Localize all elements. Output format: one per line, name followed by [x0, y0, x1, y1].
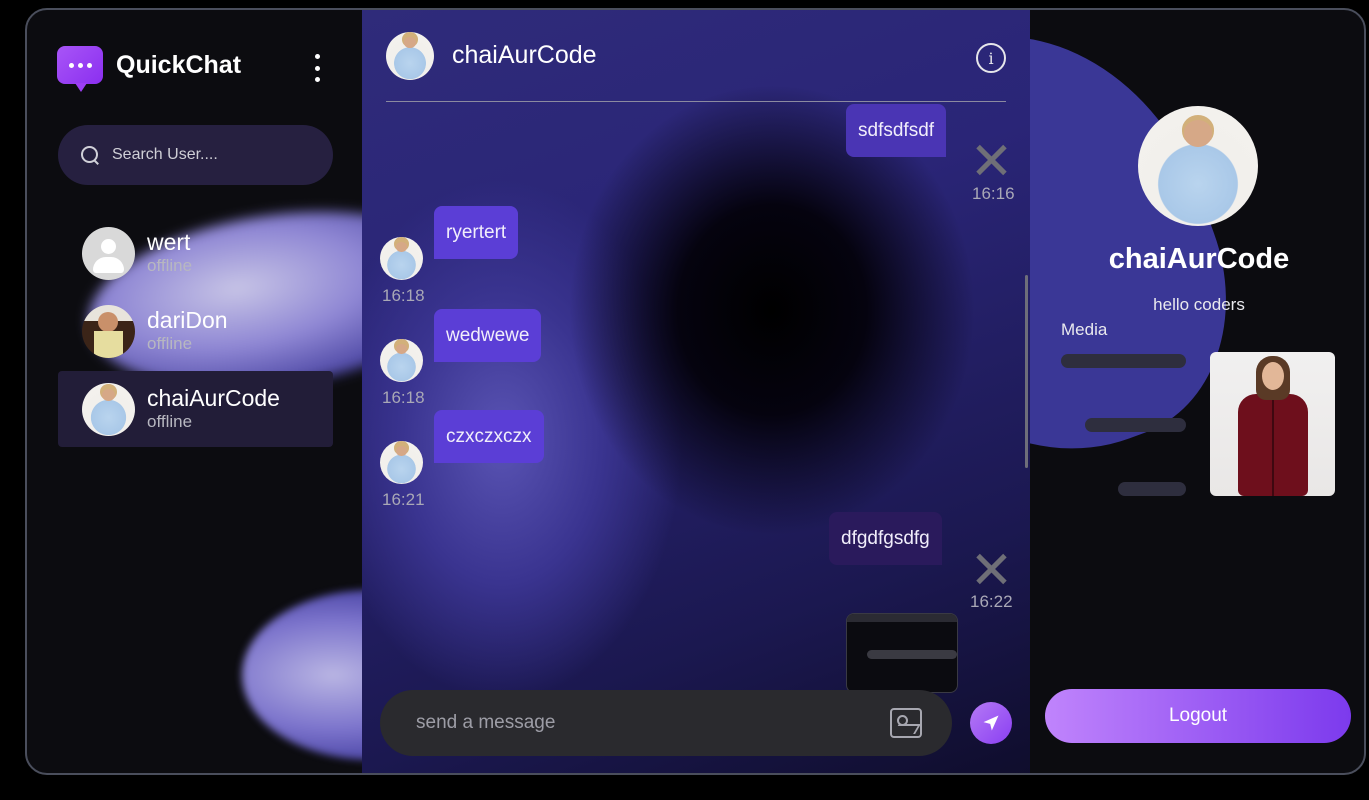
user-name: wert [147, 229, 191, 255]
profile-name: chaiAurCode [1108, 243, 1290, 275]
chat-header: chaiAurCode i [386, 10, 1006, 102]
avatar [380, 441, 423, 484]
avatar [380, 237, 423, 280]
chat-title: chaiAurCode [452, 41, 597, 69]
image-message[interactable] [846, 613, 958, 693]
user-name: dariDon [147, 307, 228, 333]
send-button[interactable] [970, 702, 1012, 744]
app-name: QuickChat [116, 50, 242, 79]
search-bar[interactable] [58, 125, 333, 185]
user-status: offline [147, 412, 193, 431]
user-item-daridon[interactable]: dariDon offline [58, 293, 333, 369]
message-bubble: ryertert [434, 206, 519, 259]
avatar [82, 304, 135, 358]
message-bubble: sdfsdfsdf [846, 104, 947, 157]
close-icon[interactable] [974, 552, 1008, 586]
close-icon[interactable] [974, 143, 1008, 177]
message-bubble: wedwewe [434, 309, 542, 362]
message-time: 16:16 [972, 184, 1015, 203]
user-status: offline [147, 256, 193, 275]
send-icon [983, 715, 999, 731]
user-name: chaiAurCode [147, 385, 280, 411]
message-time: 16:18 [382, 286, 425, 305]
app-window: QuickChat wert offline dariDon offline c… [25, 8, 1366, 775]
profile-bio: hello coders [1153, 295, 1245, 314]
chat-panel: chaiAurCode i sdfsdfsdf 16:16 ryertert 1… [362, 10, 1030, 773]
logo: QuickChat [57, 46, 242, 92]
user-status: offline [147, 334, 193, 353]
media-skeleton [1061, 354, 1186, 368]
gallery-icon[interactable] [890, 708, 922, 738]
message-bubble: czxczxczx [434, 410, 544, 463]
message-time: 16:22 [970, 592, 1013, 611]
more-menu-icon[interactable] [311, 54, 323, 82]
media-skeleton [1118, 482, 1186, 496]
user-item-wert[interactable]: wert offline [58, 215, 333, 291]
profile-panel: chaiAurCode hello coders Media Logout [1030, 10, 1364, 773]
default-avatar-icon [82, 226, 135, 280]
message-time: 16:18 [382, 388, 425, 407]
scrollbar[interactable] [1025, 275, 1028, 468]
message-composer [380, 690, 952, 756]
chat-bubble-icon [57, 46, 103, 92]
sidebar: QuickChat wert offline dariDon offline c… [27, 10, 362, 773]
info-icon[interactable]: i [976, 43, 1006, 73]
message-time: 16:21 [382, 490, 425, 509]
media-skeleton [1085, 418, 1186, 432]
avatar [386, 31, 434, 80]
avatar [82, 382, 135, 436]
media-label: Media [1061, 320, 1108, 339]
message-input[interactable] [416, 712, 856, 734]
media-thumbnail[interactable] [1210, 352, 1335, 496]
search-icon [80, 145, 100, 165]
message-bubble: dfgdfgsdfg [829, 512, 942, 565]
avatar [380, 339, 423, 382]
logout-button[interactable]: Logout [1045, 689, 1351, 743]
profile-avatar [1138, 106, 1258, 226]
search-input[interactable] [112, 146, 312, 164]
user-item-chaiaurcode[interactable]: chaiAurCode offline [58, 371, 333, 447]
